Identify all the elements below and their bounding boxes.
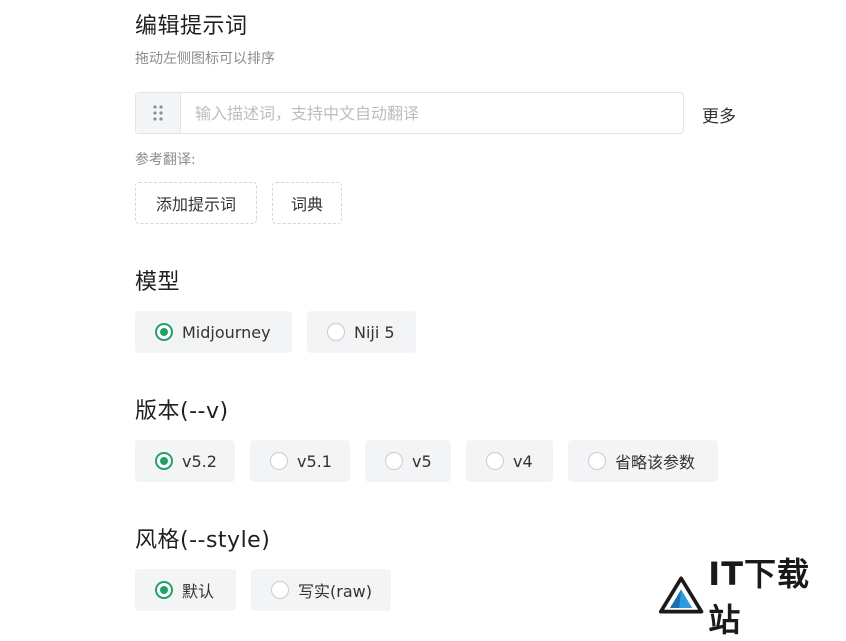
radio-unchecked-icon[interactable] xyxy=(588,452,606,470)
option-label: Midjourney xyxy=(182,322,271,342)
option-label: v4 xyxy=(513,451,533,471)
radio-checked-icon[interactable] xyxy=(155,452,173,470)
radio-unchecked-icon[interactable] xyxy=(486,452,504,470)
radio-unchecked-icon[interactable] xyxy=(327,323,345,341)
prompt-section-subtitle: 拖动左侧图标可以排序 xyxy=(135,51,275,67)
dictionary-button[interactable]: 词典 xyxy=(272,182,342,224)
option-label: v5 xyxy=(412,451,432,471)
radio-checked-icon[interactable] xyxy=(155,323,173,341)
triangle-logo-icon xyxy=(658,576,704,614)
option-label: 省略该参数 xyxy=(615,453,696,472)
radio-unchecked-icon[interactable] xyxy=(270,452,288,470)
style-option-raw[interactable]: 写实(raw) xyxy=(251,569,391,611)
more-button[interactable]: 更多 xyxy=(702,102,736,127)
model-option-niji5[interactable]: Niji 5 xyxy=(307,311,416,353)
style-section-title: 风格(--style) xyxy=(135,528,271,553)
prompt-input[interactable] xyxy=(181,93,683,133)
radio-unchecked-icon[interactable] xyxy=(271,581,289,599)
watermark-text: IT下载站 xyxy=(708,555,811,639)
translation-label: 参考翻译: xyxy=(135,152,196,168)
option-label: Niji 5 xyxy=(354,322,395,342)
version-option-v5-2[interactable]: v5.2 xyxy=(135,440,235,482)
add-prompt-button[interactable]: 添加提示词 xyxy=(135,182,257,224)
prompt-input-row xyxy=(135,92,684,134)
option-label: v5.1 xyxy=(297,451,332,471)
style-option-default[interactable]: 默认 xyxy=(135,569,236,611)
model-section-title: 模型 xyxy=(135,270,181,295)
version-section-title: 版本(--v) xyxy=(135,399,229,424)
option-label: 默认 xyxy=(182,582,215,601)
version-option-v4[interactable]: v4 xyxy=(466,440,553,482)
version-option-v5[interactable]: v5 xyxy=(365,440,451,482)
watermark-logo: IT下载站 xyxy=(658,555,833,639)
version-option-v5-1[interactable]: v5.1 xyxy=(250,440,350,482)
prompt-section-title: 编辑提示词 xyxy=(135,14,248,39)
radio-checked-icon[interactable] xyxy=(155,581,173,599)
model-option-midjourney[interactable]: Midjourney xyxy=(135,311,292,353)
radio-unchecked-icon[interactable] xyxy=(385,452,403,470)
option-label: v5.2 xyxy=(182,451,217,471)
version-option-omit[interactable]: 省略该参数 xyxy=(568,440,718,482)
option-label: 写实(raw) xyxy=(298,582,372,601)
drag-handle-icon[interactable] xyxy=(136,93,181,133)
